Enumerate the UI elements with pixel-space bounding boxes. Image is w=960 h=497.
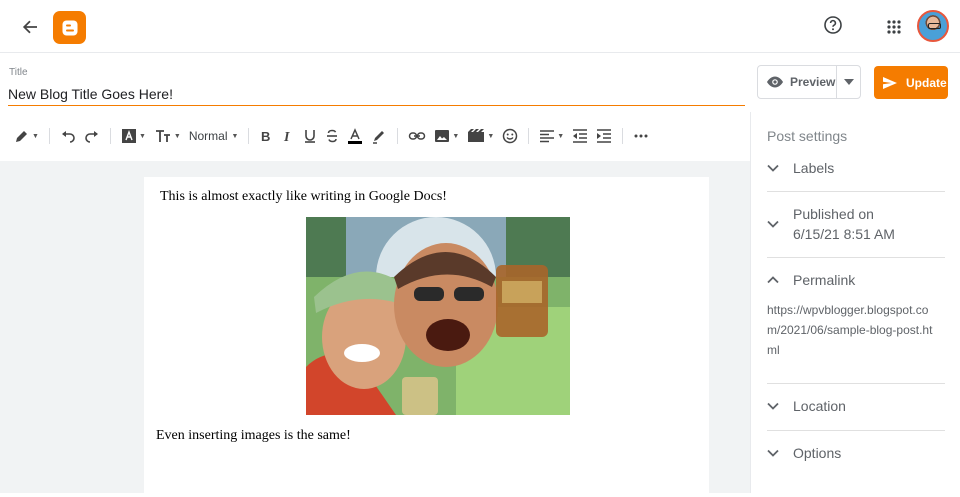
align-button[interactable]: ▼	[535, 122, 568, 150]
permalink-section[interactable]: Permalink https://wpvblogger.blogspot.co…	[767, 270, 945, 384]
location-section[interactable]: Location	[767, 396, 945, 431]
published-label: Published on	[793, 206, 874, 222]
published-header[interactable]: Published on 6/15/21 8:51 AM	[767, 204, 945, 244]
highlight-color-button[interactable]	[367, 122, 391, 150]
blogger-logo-icon[interactable]	[53, 11, 86, 44]
post-settings-panel: Post settings Labels Published on 6/15/2…	[750, 112, 960, 493]
options-label: Options	[793, 445, 842, 461]
labels-header[interactable]: Labels	[767, 158, 945, 178]
indent-less-button[interactable]	[568, 122, 592, 150]
options-header[interactable]: Options	[767, 443, 945, 463]
redo-button[interactable]	[80, 122, 104, 150]
permalink-header[interactable]: Permalink	[767, 270, 945, 290]
strikethrough-icon	[327, 129, 338, 143]
undo-button[interactable]	[56, 122, 80, 150]
strikethrough-button[interactable]	[321, 122, 343, 150]
toolbar-divider	[397, 128, 399, 144]
location-label: Location	[793, 398, 846, 414]
insert-image-button[interactable]: ▼	[430, 122, 463, 150]
chevron-down-icon	[767, 158, 779, 178]
back-arrow-icon[interactable]	[14, 11, 46, 43]
insert-link-button[interactable]	[404, 122, 430, 150]
paragraph[interactable]: Even inserting images is the same!	[156, 428, 351, 444]
send-icon	[883, 76, 897, 89]
svg-text:I: I	[283, 130, 290, 144]
update-label: Update	[906, 75, 947, 90]
insert-video-button[interactable]: ▼	[463, 122, 498, 150]
emoji-icon	[503, 128, 518, 144]
more-horizontal-icon	[634, 134, 648, 138]
help-icon[interactable]	[817, 9, 849, 41]
title-input[interactable]	[8, 84, 745, 106]
preview-dropdown[interactable]	[837, 66, 860, 98]
inserted-photo[interactable]	[306, 217, 570, 415]
highlighter-icon	[373, 131, 385, 144]
permalink-url: https://wpvblogger.blogspot.com/2021/06/…	[767, 303, 933, 357]
bold-button[interactable]: B	[255, 122, 277, 150]
font-button[interactable]: ▼	[117, 122, 150, 150]
top-bar	[0, 0, 960, 53]
link-icon	[409, 132, 426, 140]
undo-icon	[61, 131, 75, 143]
indent-more-button[interactable]	[592, 122, 616, 150]
text-size-icon	[155, 130, 170, 142]
location-header[interactable]: Location	[767, 396, 945, 416]
bold-icon: B	[261, 129, 270, 144]
text-size-button[interactable]: ▼	[150, 122, 185, 150]
paragraph-style-select[interactable]: Normal ▼	[185, 122, 243, 150]
paragraph-style-value: Normal	[188, 129, 228, 143]
redo-icon	[85, 131, 98, 143]
toolbar-divider	[528, 128, 530, 144]
edit-mode-button[interactable]: ▼	[10, 122, 43, 150]
chevron-down-icon	[767, 396, 779, 416]
indent-decrease-icon	[573, 129, 588, 143]
update-button[interactable]: Update	[874, 66, 948, 99]
preview-label: Preview	[790, 75, 836, 89]
pencil-icon	[16, 131, 27, 142]
svg-text:B: B	[261, 129, 270, 144]
image-icon	[435, 130, 450, 142]
text-color-icon	[348, 128, 363, 144]
preview-button-group: Preview	[757, 65, 861, 99]
toolbar-divider	[248, 128, 250, 144]
italic-button[interactable]: I	[277, 122, 299, 150]
chevron-down-icon	[767, 443, 779, 463]
underline-icon	[305, 130, 316, 143]
more-options-button[interactable]	[629, 122, 653, 150]
options-section[interactable]: Options	[767, 443, 945, 478]
editor-page[interactable]: This is almost exactly like writing in G…	[144, 177, 709, 497]
align-left-icon	[540, 130, 555, 143]
indent-increase-icon	[597, 129, 612, 143]
chevron-up-icon	[767, 270, 779, 290]
avatar[interactable]	[917, 10, 949, 42]
apps-grid-icon[interactable]	[878, 11, 910, 43]
post-settings-title: Post settings	[767, 128, 848, 144]
font-icon	[121, 129, 136, 143]
toolbar-divider	[109, 128, 111, 144]
caret-down-icon	[843, 79, 854, 85]
title-label: Title	[9, 67, 28, 78]
labels-label: Labels	[793, 160, 835, 176]
eye-icon	[767, 76, 783, 88]
published-date: 6/15/21 8:51 AM	[793, 226, 895, 242]
permalink-label: Permalink	[793, 272, 856, 288]
text-color-button[interactable]	[343, 122, 367, 150]
formatting-toolbar: ▼ ▼ ▼ Normal ▼ B I ▼ ▼ ▼	[0, 116, 750, 156]
published-section[interactable]: Published on 6/15/21 8:51 AM	[767, 204, 945, 258]
toolbar-divider	[622, 128, 624, 144]
editor-canvas: This is almost exactly like writing in G…	[0, 161, 750, 497]
chevron-down-icon	[767, 204, 779, 244]
video-icon	[468, 129, 485, 142]
italic-icon: I	[283, 130, 290, 144]
insert-emoji-button[interactable]	[498, 122, 522, 150]
preview-button[interactable]: Preview	[758, 66, 836, 98]
paragraph[interactable]: This is almost exactly like writing in G…	[160, 189, 447, 205]
underline-button[interactable]	[299, 122, 321, 150]
toolbar-divider	[48, 128, 50, 144]
labels-section[interactable]: Labels	[767, 158, 945, 192]
